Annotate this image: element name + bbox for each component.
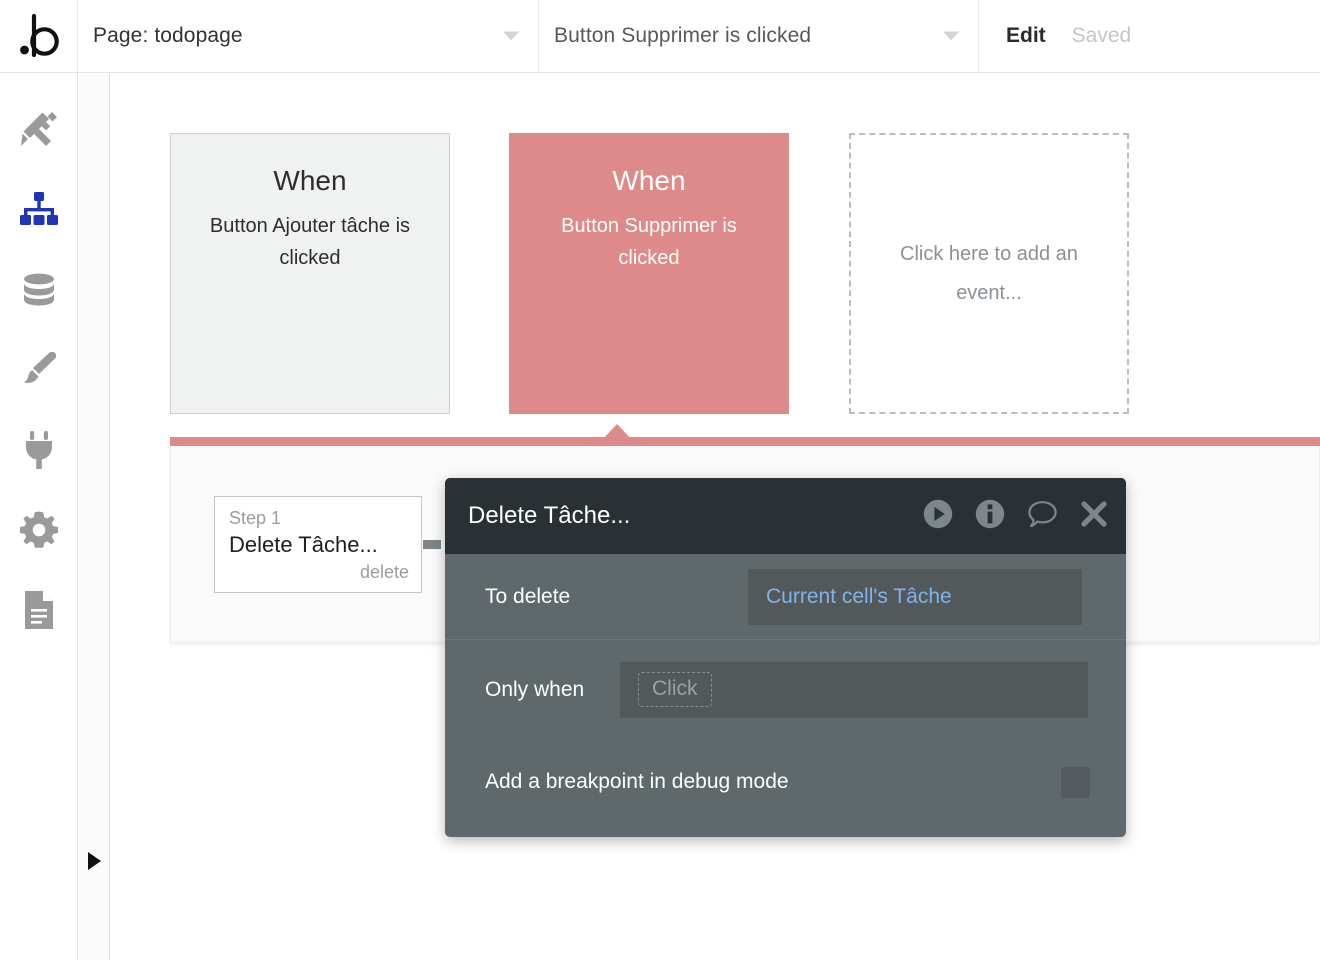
dialog-body: To delete Current cell's Tâche Only when…	[445, 554, 1126, 824]
event-description: Button Ajouter tâche is clicked	[195, 210, 425, 274]
sidebar-item-workflow[interactable]	[0, 170, 78, 250]
dialog-title: Delete Tâche...	[468, 502, 923, 530]
add-event-placeholder: Click here to add an event...	[875, 235, 1103, 313]
sidebar-item-styles[interactable]	[0, 330, 78, 410]
only-when-label: Only when	[485, 678, 620, 702]
info-icon[interactable]	[975, 499, 1005, 534]
close-icon[interactable]	[1080, 500, 1108, 533]
step-number-label: Step 1	[229, 506, 409, 530]
chevron-down-icon	[943, 32, 959, 41]
only-when-placeholder: Click	[638, 672, 712, 706]
action-property-dialog: Delete Tâche...	[445, 478, 1126, 837]
property-row-breakpoint: Add a breakpoint in debug mode	[445, 740, 1126, 824]
logs-document-icon	[22, 590, 56, 630]
event-description: Button Supprimer is clicked	[534, 210, 764, 274]
saved-status: Saved	[1072, 24, 1132, 48]
edit-button[interactable]: Edit	[1006, 24, 1046, 48]
top-bar-right: Edit Saved	[979, 0, 1131, 72]
breakpoint-label: Add a breakpoint in debug mode	[485, 770, 1061, 794]
to-delete-field[interactable]: Current cell's Tâche	[748, 569, 1082, 625]
sidebar-item-logs[interactable]	[0, 570, 78, 650]
design-pencil-ruler-icon	[19, 110, 59, 150]
step-type-label: delete	[229, 560, 409, 584]
top-bar: Page: todopage Button Supprimer is click…	[0, 0, 1320, 73]
dialog-icon-group	[923, 499, 1108, 534]
play-icon[interactable]	[923, 499, 953, 534]
sidebar-item-settings[interactable]	[0, 490, 78, 570]
event-when-label: When	[195, 166, 425, 197]
bubble-logo-icon[interactable]	[0, 0, 78, 72]
event-selector-label: Button Supprimer is clicked	[554, 24, 811, 48]
event-connector-bar	[170, 437, 1320, 446]
step-title-label: Delete Tâche...	[229, 530, 409, 560]
event-selector[interactable]: Button Supprimer is clicked	[539, 0, 979, 72]
event-box-ajouter-tache[interactable]: When Button Ajouter tâche is clicked	[170, 133, 450, 414]
chevron-down-icon	[503, 32, 519, 41]
canvas-gutter	[79, 74, 110, 960]
property-row-only-when: Only when Click	[445, 639, 1126, 740]
comment-icon[interactable]	[1027, 499, 1058, 534]
event-when-label: When	[534, 166, 764, 197]
database-icon	[19, 270, 59, 310]
settings-gear-icon	[19, 510, 59, 550]
paintbrush-styles-icon	[19, 350, 59, 390]
page-selector-label: Page: todopage	[93, 24, 243, 48]
workflow-step-1[interactable]: Step 1 Delete Tâche... delete	[214, 496, 422, 593]
only-when-field[interactable]: Click	[620, 662, 1088, 718]
sidebar-item-plugins[interactable]	[0, 410, 78, 490]
breakpoint-checkbox[interactable]	[1061, 767, 1090, 798]
event-box-supprimer[interactable]: When Button Supprimer is clicked	[509, 133, 789, 414]
dialog-header[interactable]: Delete Tâche...	[445, 478, 1126, 554]
triangle-right-icon[interactable]	[88, 852, 101, 870]
add-event-box[interactable]: Click here to add an event...	[849, 133, 1129, 414]
workflow-hierarchy-icon	[19, 192, 59, 228]
sidebar-item-data[interactable]	[0, 250, 78, 330]
page-selector[interactable]: Page: todopage	[78, 0, 539, 72]
left-icon-rail	[0, 73, 78, 960]
step-connector-stub	[423, 540, 441, 549]
to-delete-label: To delete	[485, 585, 748, 609]
property-row-to-delete: To delete Current cell's Tâche	[445, 554, 1126, 639]
sidebar-item-design[interactable]	[0, 90, 78, 170]
to-delete-value: Current cell's Tâche	[766, 585, 952, 609]
plugin-plug-icon	[21, 430, 57, 470]
bubble-workflow-editor: Page: todopage Button Supprimer is click…	[0, 0, 1320, 960]
